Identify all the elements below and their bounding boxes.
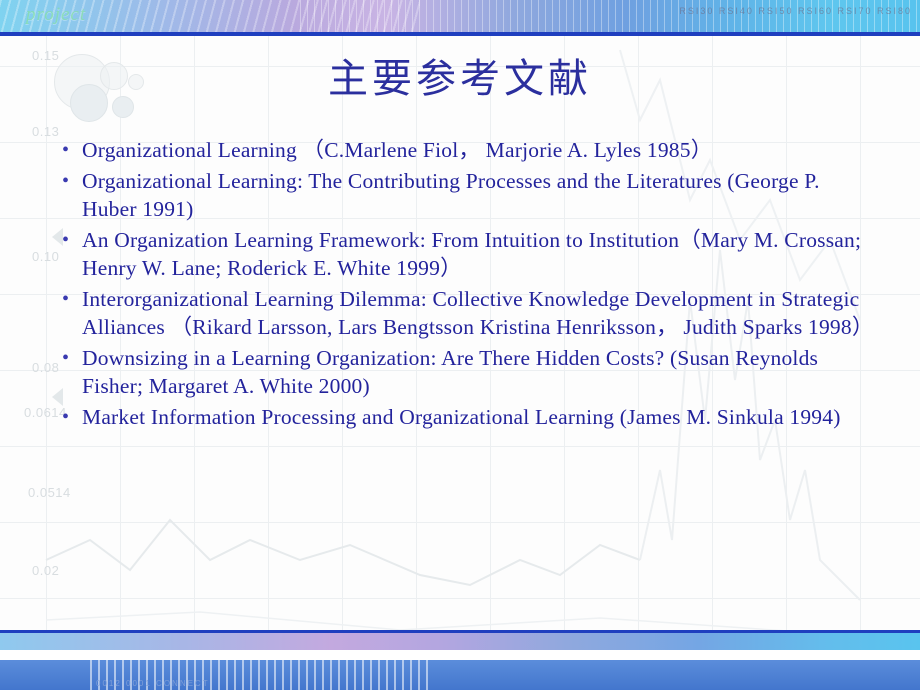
axis-label: 0.08 (32, 360, 60, 375)
footer-code-label: 0012 0001 CONNECT (96, 679, 210, 688)
list-item: • Downsizing in a Learning Organization:… (62, 344, 864, 401)
list-item-text: Organizational Learning （C.Marlene Fiol，… (82, 138, 713, 162)
banner-stripes-texture (300, 0, 920, 32)
footer-blue-bar: 0012 0001 CONNECT (0, 660, 920, 690)
bullet-icon: • (62, 287, 70, 310)
presentation-slide: 0.15 0.13 0.10 0.08 0.0614 0.0514 0.02 p… (0, 0, 920, 690)
list-item: • Interorganizational Learning Dilemma: … (62, 285, 874, 342)
axis-label: 0.13 (32, 124, 60, 139)
list-item-text: Market Information Processing and Organi… (82, 404, 841, 429)
page-title: 主要参考文献 (328, 56, 592, 101)
footer-gradient-bar (0, 633, 920, 650)
banner-ticks-label: RSI30 RSI40 RSI50 RSI60 RSI70 RSI80 (679, 6, 912, 16)
list-item: • Organizational Learning: The Contribut… (62, 167, 864, 224)
axis-label: 0.0514 (28, 485, 71, 500)
list-item: • Market Information Processing and Orga… (62, 403, 864, 432)
list-item-text: Downsizing in a Learning Organization: A… (82, 345, 819, 399)
bullet-icon: • (62, 346, 70, 369)
bullet-icon: • (62, 405, 70, 428)
slide-footer: 0012 0001 CONNECT (0, 630, 920, 690)
list-item-text: Organizational Learning: The Contributin… (82, 168, 820, 222)
footer-spacer (0, 650, 920, 660)
axis-label: 0.10 (32, 249, 60, 264)
bullet-icon: • (62, 228, 70, 251)
reference-list: • Organizational Learning （C.Marlene Fio… (62, 136, 874, 433)
axis-label: 0.0614 (24, 405, 67, 420)
bullet-icon: • (62, 169, 70, 192)
slide-top-banner: project RSI30 RSI40 RSI50 RSI60 RSI70 RS… (0, 0, 920, 36)
list-item: • Organizational Learning （C.Marlene Fio… (62, 136, 864, 165)
axis-label: 0.02 (32, 563, 60, 578)
banner-word: project (26, 4, 87, 25)
bullet-icon: • (62, 139, 70, 161)
list-item-text: Interorganizational Learning Dilemma: Co… (82, 286, 874, 340)
list-item: • An Organization Learning Framework: Fr… (62, 226, 864, 283)
list-item-text: An Organization Learning Framework: From… (82, 227, 862, 281)
